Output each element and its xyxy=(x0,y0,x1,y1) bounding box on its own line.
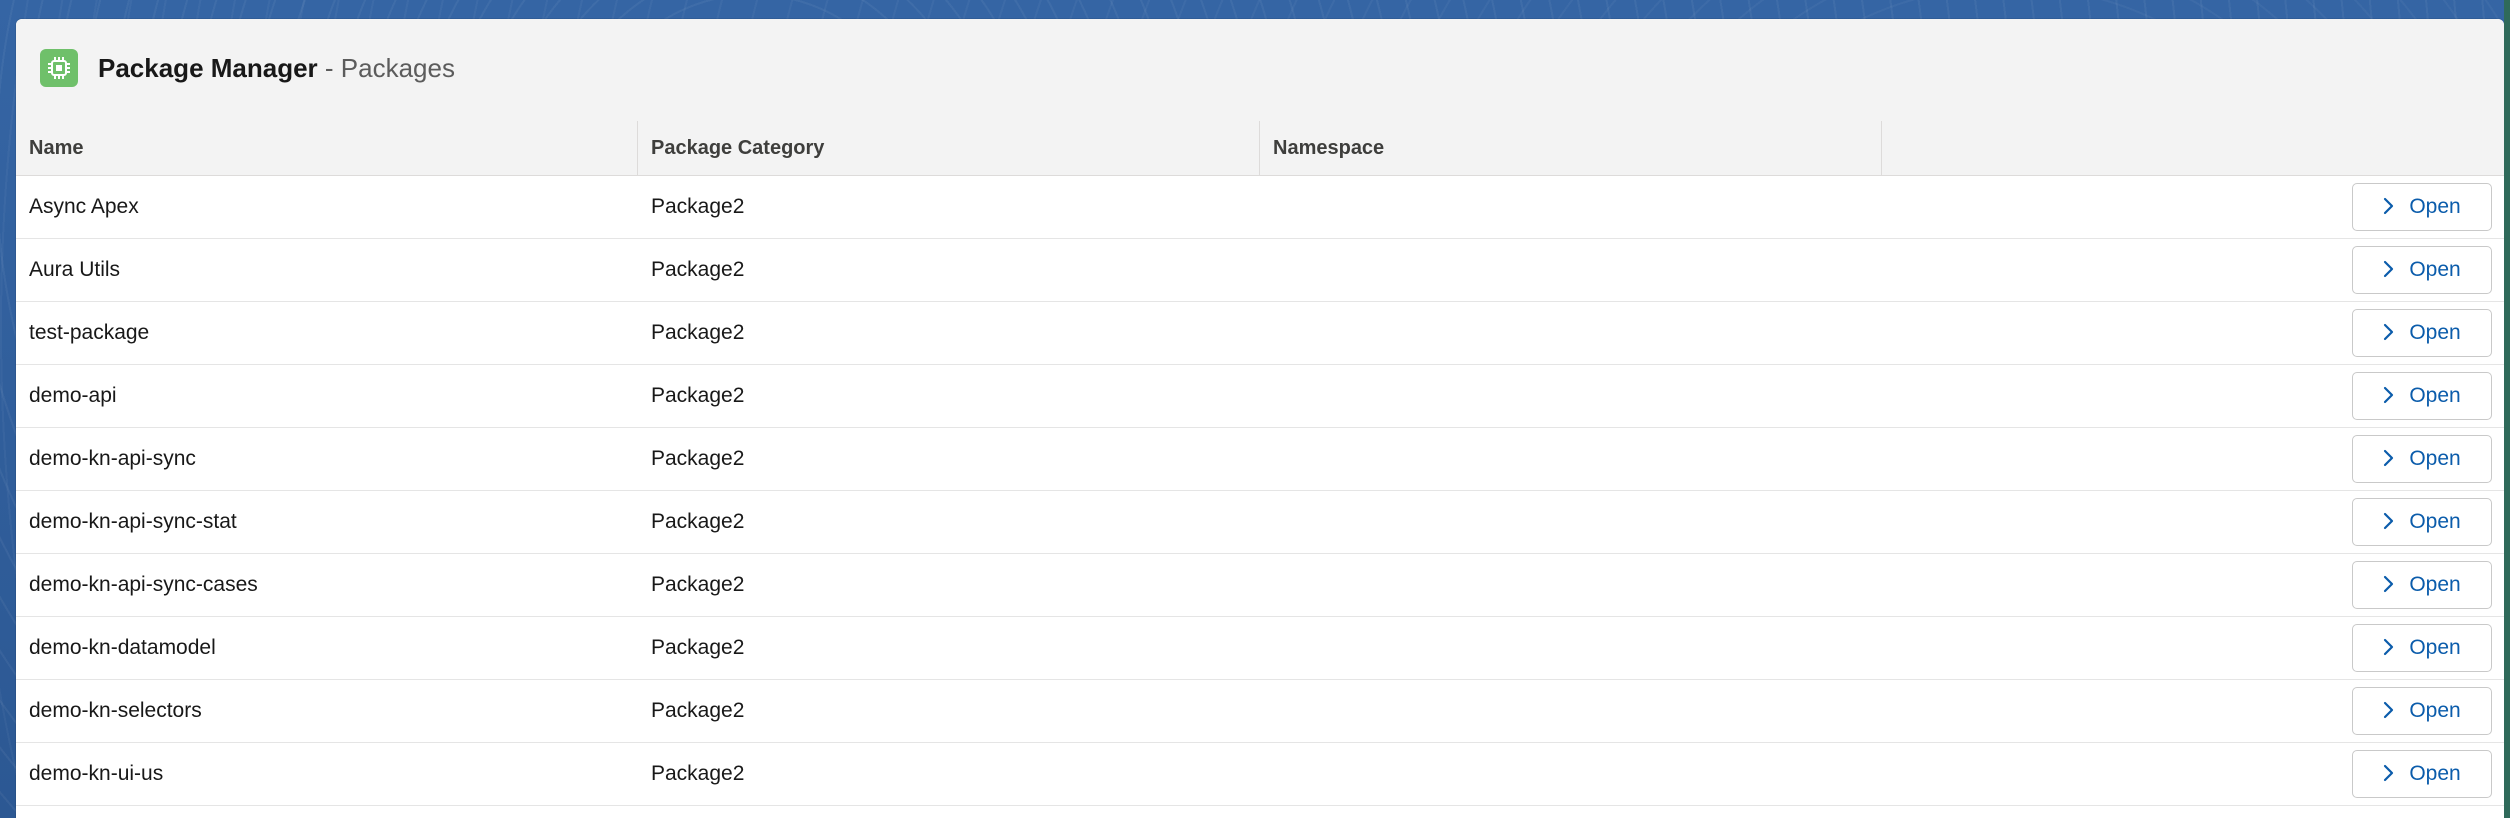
open-button[interactable]: Open xyxy=(2352,498,2492,546)
open-button-label: Open xyxy=(2409,195,2461,218)
table-row: demo-kn-selectors Package2 Open xyxy=(16,680,2504,743)
package-name-cell: demo-kn-datamodel xyxy=(29,636,216,659)
table-row: demo-kn-ui-us Package2 Open xyxy=(16,743,2504,806)
page-name: Packages xyxy=(340,52,455,83)
table-row: Aura Utils Package2 Open xyxy=(16,239,2504,302)
open-button[interactable]: Open xyxy=(2352,183,2492,231)
namespace-cell xyxy=(1260,365,1882,427)
package-name-cell: Async Apex xyxy=(29,195,139,218)
chevron-right-icon xyxy=(2383,323,2395,346)
package-category-cell: Package2 xyxy=(651,762,745,785)
namespace-cell xyxy=(1260,554,1882,616)
namespace-cell xyxy=(1260,428,1882,490)
chevron-right-icon xyxy=(2383,260,2395,283)
table-row: demo-api Package2 Open xyxy=(16,365,2504,428)
package-category-cell: Package2 xyxy=(651,258,745,281)
namespace-cell xyxy=(1260,176,1882,238)
table-row: demo-kn-api-sync Package2 Open xyxy=(16,428,2504,491)
package-category-cell: Package2 xyxy=(651,195,745,218)
chevron-right-icon xyxy=(2383,197,2395,220)
table-body: Async Apex Package2 Open Aura Utils Pack… xyxy=(16,176,2504,806)
open-button[interactable]: Open xyxy=(2352,435,2492,483)
table-row: demo-kn-api-sync-stat Package2 Open xyxy=(16,491,2504,554)
package-name-cell: Aura Utils xyxy=(29,258,121,281)
namespace-cell xyxy=(1260,491,1882,553)
open-button[interactable]: Open xyxy=(2352,561,2492,609)
window-edge xyxy=(2504,0,2510,818)
open-button-label: Open xyxy=(2409,384,2461,407)
page-title: Package Manager - Packages xyxy=(98,53,455,84)
package-category-cell: Package2 xyxy=(651,447,745,470)
package-name-cell: demo-kn-api-sync xyxy=(29,447,196,470)
column-header-namespace[interactable]: Namespace xyxy=(1260,121,1882,175)
namespace-cell xyxy=(1260,239,1882,301)
page-header: Package Manager - Packages xyxy=(16,19,2504,121)
package-list-card: Package Manager - Packages Name Package … xyxy=(16,19,2504,818)
chevron-right-icon xyxy=(2383,764,2395,787)
chevron-right-icon xyxy=(2383,701,2395,724)
package-category-cell: Package2 xyxy=(651,510,745,533)
open-button-label: Open xyxy=(2409,573,2461,596)
namespace-cell xyxy=(1260,617,1882,679)
package-category-cell: Package2 xyxy=(651,699,745,722)
package-category-cell: Package2 xyxy=(651,384,745,407)
table-row: demo-kn-datamodel Package2 Open xyxy=(16,617,2504,680)
package-name-cell: demo-kn-selectors xyxy=(29,699,202,722)
open-button-label: Open xyxy=(2409,636,2461,659)
chevron-right-icon xyxy=(2383,638,2395,661)
column-header-name[interactable]: Name xyxy=(16,121,638,175)
chevron-right-icon xyxy=(2383,449,2395,472)
chevron-right-icon xyxy=(2383,386,2395,409)
package-name-cell: demo-kn-api-sync-stat xyxy=(29,510,237,533)
namespace-cell xyxy=(1260,743,1882,805)
open-button-label: Open xyxy=(2409,321,2461,344)
open-button[interactable]: Open xyxy=(2352,309,2492,357)
namespace-cell xyxy=(1260,680,1882,742)
open-button[interactable]: Open xyxy=(2352,372,2492,420)
package-category-cell: Package2 xyxy=(651,321,745,344)
namespace-cell xyxy=(1260,302,1882,364)
table-row: test-package Package2 Open xyxy=(16,302,2504,365)
column-header-package-category[interactable]: Package Category xyxy=(638,121,1260,175)
column-header-actions xyxy=(1882,121,2504,175)
app-name: Package Manager xyxy=(98,52,318,83)
open-button[interactable]: Open xyxy=(2352,687,2492,735)
package-name-cell: demo-kn-ui-us xyxy=(29,762,164,785)
chevron-right-icon xyxy=(2383,512,2395,535)
table-row: Async Apex Package2 Open xyxy=(16,176,2504,239)
package-category-cell: Package2 xyxy=(651,636,745,659)
package-name-cell: test-package xyxy=(29,321,150,344)
chip-icon xyxy=(40,49,78,87)
package-category-cell: Package2 xyxy=(651,573,745,596)
open-button[interactable]: Open xyxy=(2352,246,2492,294)
table-row: demo-kn-api-sync-cases Package2 Open xyxy=(16,554,2504,617)
chevron-right-icon xyxy=(2383,575,2395,598)
open-button-label: Open xyxy=(2409,258,2461,281)
package-name-cell: demo-kn-api-sync-cases xyxy=(29,573,258,596)
title-separator: - xyxy=(317,52,341,83)
open-button[interactable]: Open xyxy=(2352,624,2492,672)
package-name-cell: demo-api xyxy=(29,384,117,407)
open-button-label: Open xyxy=(2409,699,2461,722)
open-button-label: Open xyxy=(2409,762,2461,785)
table-header: Name Package Category Namespace xyxy=(16,121,2504,176)
open-button[interactable]: Open xyxy=(2352,750,2492,798)
open-button-label: Open xyxy=(2409,447,2461,470)
open-button-label: Open xyxy=(2409,510,2461,533)
